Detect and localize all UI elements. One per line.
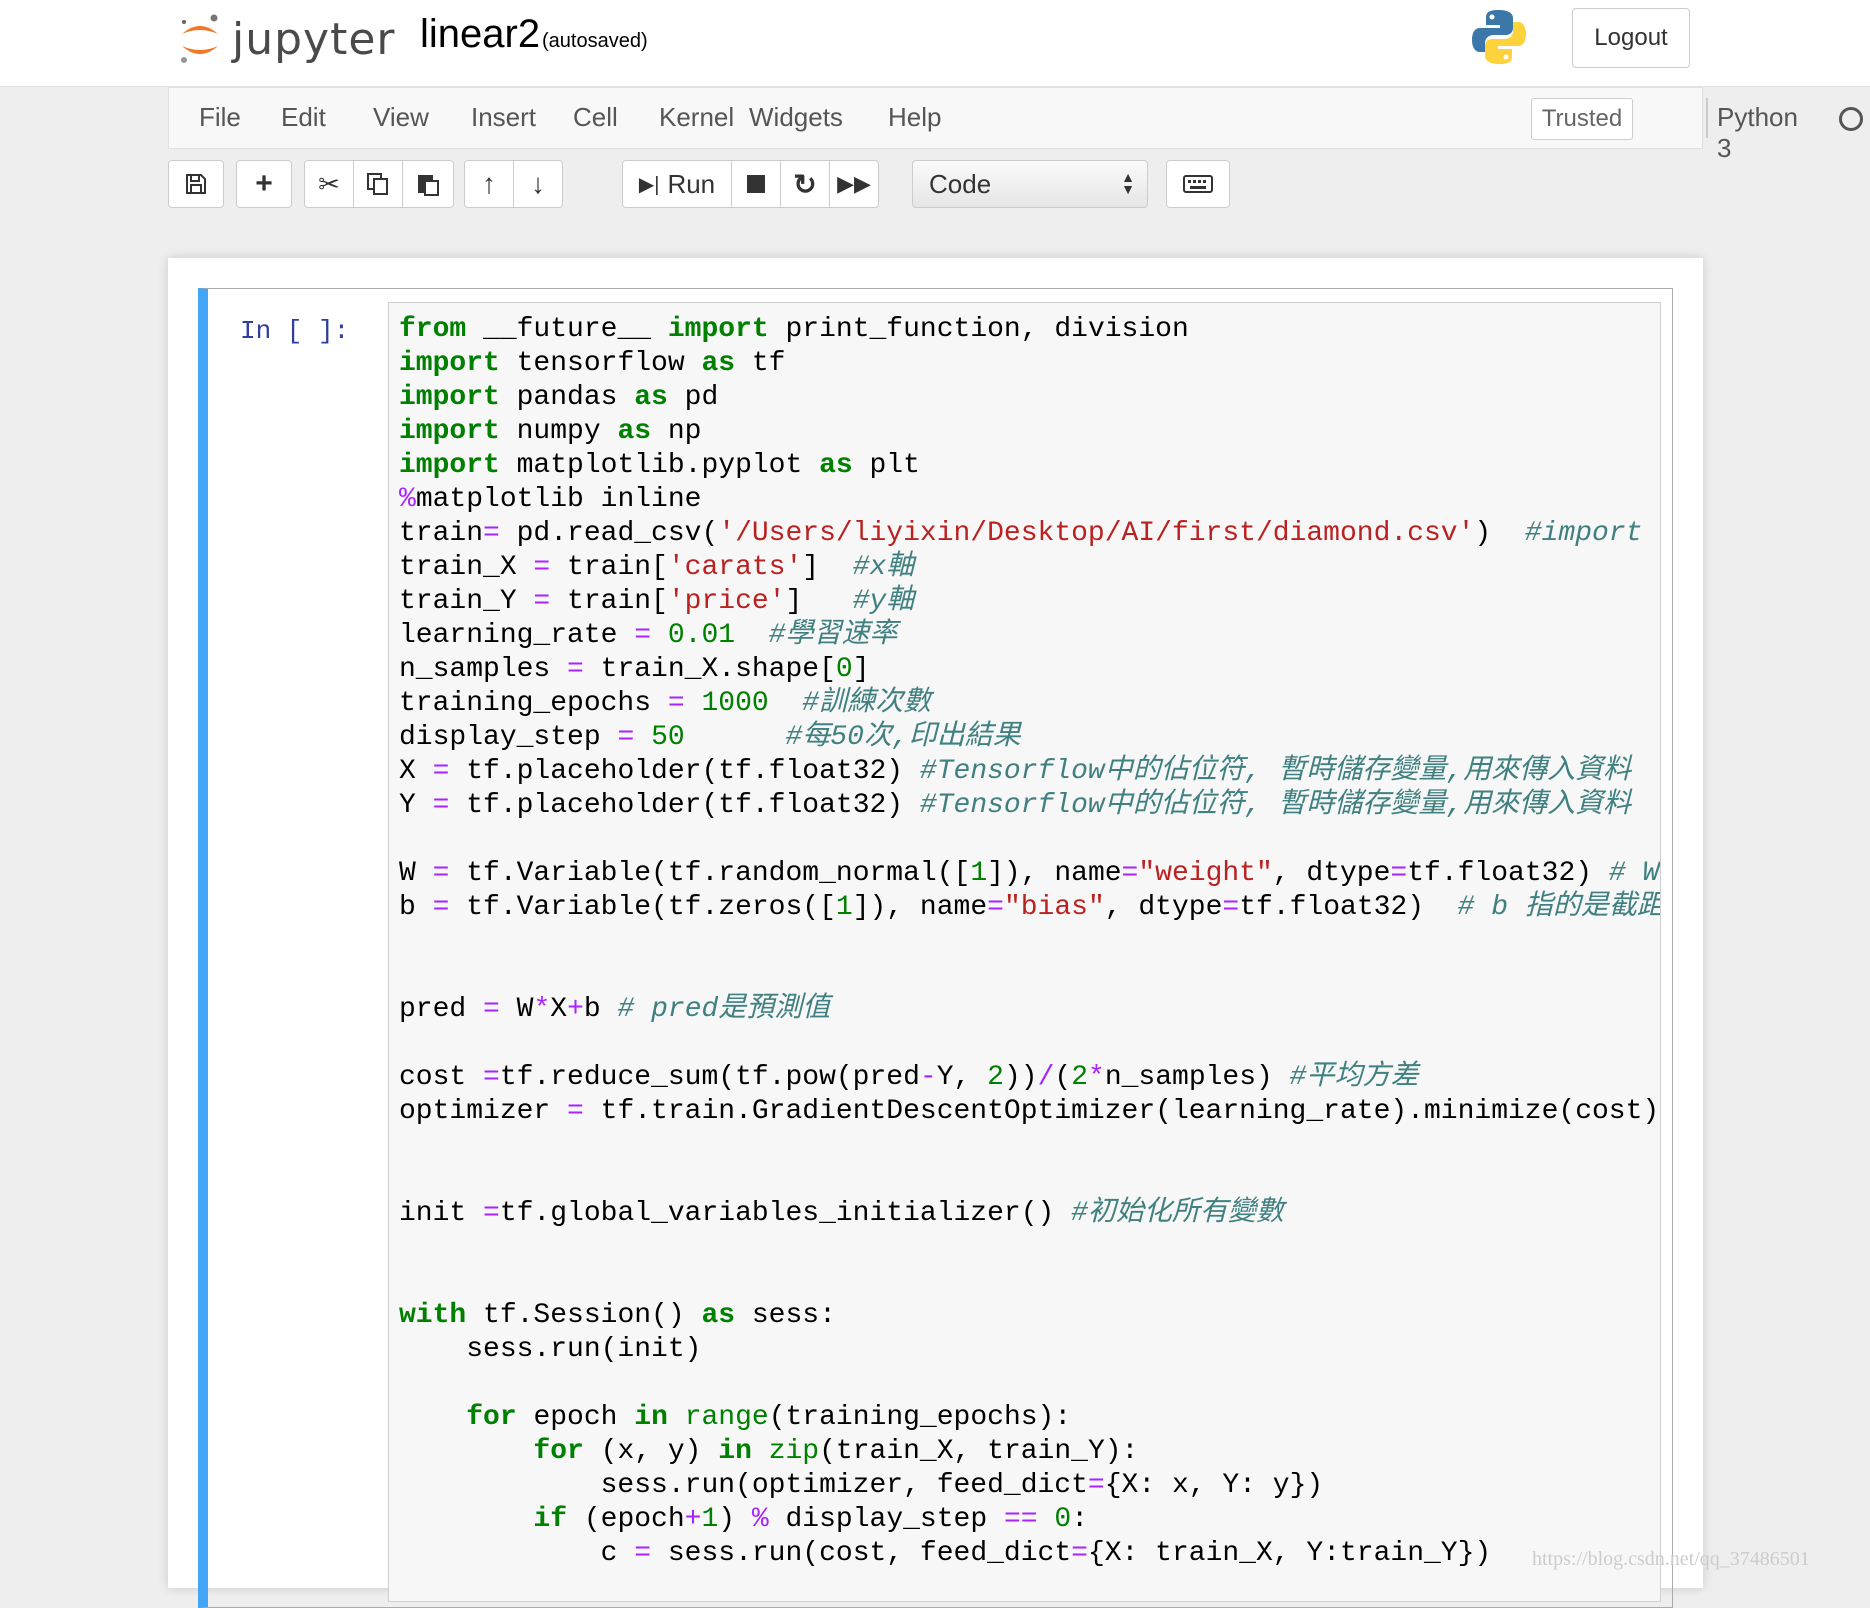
code-line: with tf.Session() as sess: <box>399 1300 836 1331</box>
code-line: X = tf.placeholder(tf.float32) #Tensorfl… <box>399 756 1632 787</box>
cut-button[interactable]: ✂ <box>304 160 354 208</box>
code-line: for epoch in range(training_epochs): <box>466 1402 1072 1433</box>
code-line: import tensorflow as tf <box>399 348 786 379</box>
code-line: c = sess.run(cost, feed_dict={X: train_X… <box>399 1538 1492 1569</box>
code-line: pred = W*X+b # pred是預測值 <box>399 994 831 1025</box>
menu-insert[interactable]: Insert <box>471 102 536 133</box>
jupyter-logo-icon <box>178 12 222 66</box>
logo-text: jupyter <box>232 13 396 65</box>
toolbar: + ✂ ↑ ↓ ▶| Run ↻ ▶▶ Code ▲ ▼ <box>168 160 1703 210</box>
code-line: b = tf.Variable(tf.zeros([1]), name="bia… <box>399 892 1661 923</box>
python-logo-icon <box>1470 8 1528 66</box>
scissors-icon: ✂ <box>318 168 340 199</box>
code-line: for (x, y) in zip(train_X, train_Y): <box>533 1436 1139 1467</box>
trusted-indicator[interactable]: Trusted <box>1531 98 1633 140</box>
move-up-button[interactable]: ↑ <box>464 160 514 208</box>
code-line: %matplotlib inline <box>399 484 702 515</box>
code-input-area[interactable]: from __future__ import print_function, d… <box>388 302 1661 1602</box>
stop-icon <box>747 175 765 193</box>
autosave-status: (autosaved) <box>542 30 648 52</box>
cell-type-select[interactable]: Code ▲ ▼ <box>912 160 1148 208</box>
code-line: Y = tf.placeholder(tf.float32) #Tensorfl… <box>399 790 1632 821</box>
code-line: training_epochs = 1000 #訓練次數 <box>399 688 932 719</box>
arrow-down-icon: ↓ <box>531 168 545 199</box>
menu-view[interactable]: View <box>373 102 429 133</box>
code-line: n_samples = train_X.shape[0] <box>399 654 870 685</box>
kernel-divider <box>1706 98 1708 138</box>
save-icon <box>186 174 206 194</box>
insert-cell-button[interactable]: + <box>236 160 292 208</box>
code-line: optimizer = tf.train.GradientDescentOpti… <box>399 1096 1660 1127</box>
menu-edit[interactable]: Edit <box>281 102 326 133</box>
menu-widgets[interactable]: Widgets <box>749 102 843 133</box>
code-line: train= pd.read_csv('/Users/liyixin/Deskt… <box>399 518 1643 549</box>
code-editor: from __future__ import print_function, d… <box>399 313 1661 1571</box>
run-icon: ▶| <box>638 173 660 196</box>
keyboard-icon <box>1183 175 1213 193</box>
save-button[interactable] <box>168 160 224 208</box>
kernel-idle-icon <box>1839 107 1863 131</box>
watermark: https://blog.csdn.net/qq_37486501 <box>1532 1548 1810 1570</box>
code-line: if (epoch+1) % display_step == 0: <box>533 1504 1089 1535</box>
copy-button[interactable] <box>353 160 403 208</box>
run-label: Run <box>667 168 716 199</box>
code-line: import pandas as pd <box>399 382 719 413</box>
cell-type-value: Code <box>929 168 992 199</box>
code-line: learning_rate = 0.01 #學習速率 <box>399 620 898 651</box>
menubar: File Edit View Insert Cell Widgets Kerne… <box>168 87 1863 163</box>
run-button[interactable]: ▶| Run <box>622 160 732 208</box>
plus-icon: + <box>255 167 273 200</box>
kernel-name[interactable]: Python 3 <box>1717 102 1798 164</box>
code-line: import matplotlib.pyplot as plt <box>399 450 920 481</box>
paste-button[interactable] <box>402 160 454 208</box>
code-line: W = tf.Variable(tf.random_normal([1]), n… <box>399 858 1660 889</box>
code-line: init =tf.global_variables_initializer() … <box>399 1198 1284 1229</box>
paste-icon <box>418 175 439 196</box>
code-line: sess.run(optimizer, feed_dict={X: x, Y: … <box>399 1470 1324 1501</box>
fast-forward-icon: ▶▶ <box>837 171 871 196</box>
menu-file[interactable]: File <box>199 102 241 133</box>
code-line: from __future__ import print_function, d… <box>399 314 1189 345</box>
restart-icon: ↻ <box>793 168 817 200</box>
interrupt-button[interactable] <box>731 160 781 208</box>
menu-cell[interactable]: Cell <box>573 102 618 133</box>
code-line: train_X = train['carats'] #x軸 <box>399 552 915 583</box>
cell-prompt: In [ ]: <box>240 316 350 346</box>
code-line: sess.run(init) <box>399 1334 702 1365</box>
menu-kernel[interactable]: Kernel <box>659 102 734 133</box>
arrow-up-icon: ↑ <box>482 168 496 199</box>
header: jupyter linear2 (autosaved) Logout <box>0 0 1870 87</box>
notebook-name[interactable]: linear2 <box>420 12 540 57</box>
code-line: train_Y = train['price'] #y軸 <box>399 586 915 617</box>
restart-button[interactable]: ↻ <box>780 160 830 208</box>
move-down-button[interactable]: ↓ <box>513 160 563 208</box>
jupyter-logo[interactable]: jupyter <box>178 8 396 70</box>
select-arrows-icon: ▲ ▼ <box>1121 169 1135 197</box>
restart-run-all-button[interactable]: ▶▶ <box>829 160 879 208</box>
command-palette-button[interactable] <box>1166 160 1230 208</box>
code-line: import numpy as np <box>399 416 702 447</box>
logout-button[interactable]: Logout <box>1572 8 1690 68</box>
menu-help[interactable]: Help <box>888 102 941 133</box>
code-line: display_step = 50 #每50次,印出結果 <box>399 722 1021 753</box>
code-line: cost =tf.reduce_sum(tf.pow(pred-Y, 2))/(… <box>399 1062 1419 1093</box>
copy-icon <box>367 173 388 195</box>
